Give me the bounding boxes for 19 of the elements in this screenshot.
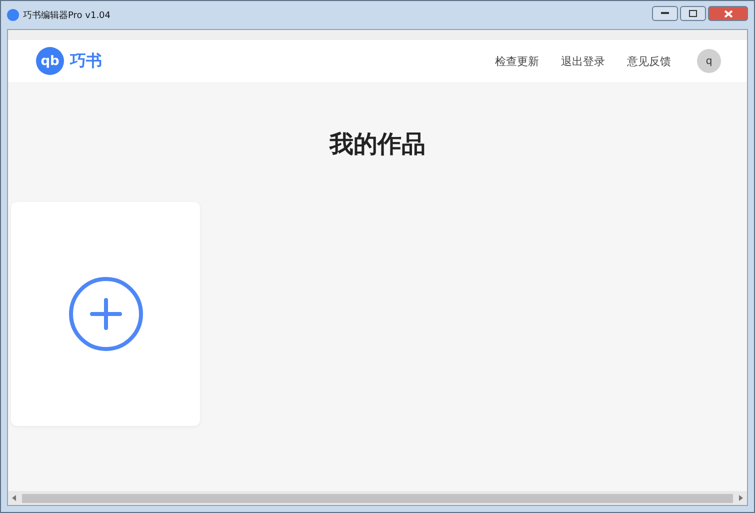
app-icon [7,9,19,21]
close-icon [724,10,732,18]
add-work-card[interactable] [11,202,200,426]
avatar[interactable]: q [697,49,721,73]
scroll-right-icon[interactable] [739,495,743,501]
nav-link[interactable]: 意见反馈 [627,54,671,68]
maximize-icon [689,10,697,17]
window-title: 巧书编辑器Pro v1.04 [23,10,111,22]
plus-circle-icon [68,276,144,352]
logo-mark: qb [36,47,64,75]
maximize-button[interactable] [680,6,706,21]
page-heading: 我的作品 [328,129,426,160]
nav-link[interactable]: 退出登录 [561,54,605,68]
minimize-button[interactable] [652,6,678,21]
logo-text: 巧书 [70,50,102,72]
close-button[interactable] [708,6,748,21]
nav-link[interactable]: 检查更新 [495,54,539,68]
scroll-left-icon[interactable] [12,495,16,501]
minimize-icon [661,12,669,15]
